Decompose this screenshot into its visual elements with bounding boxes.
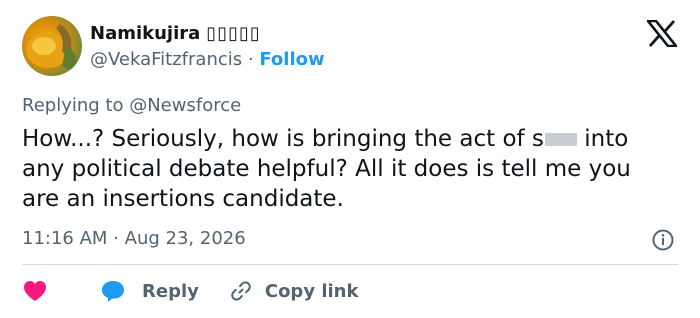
reply-button[interactable]: Reply bbox=[100, 279, 199, 303]
name-emoji-glyphs: ▯▯▯▯▯ bbox=[206, 23, 261, 44]
dot-separator: · bbox=[247, 49, 254, 70]
author-name[interactable]: Namikujira ▯▯▯▯▯ bbox=[90, 22, 261, 46]
speech-bubble-icon bbox=[102, 281, 124, 302]
tweet-date[interactable]: Aug 23, 2026 bbox=[125, 228, 246, 249]
author-handle[interactable]: @VekaFitzfrancis bbox=[90, 49, 242, 70]
replying-prefix: Replying to bbox=[22, 95, 124, 116]
tweet-text: How...? Seriously, how is bringing the a… bbox=[22, 124, 672, 214]
link-icon bbox=[231, 281, 251, 301]
avatar[interactable] bbox=[22, 16, 82, 76]
tweet-text-before: How...? Seriously, how is bringing the a… bbox=[22, 126, 544, 152]
follow-button[interactable]: Follow bbox=[259, 49, 324, 70]
time-separator: · bbox=[113, 228, 119, 249]
reply-label[interactable]: Reply bbox=[142, 281, 199, 302]
tweet-timestamp[interactable]: 11:16 AM · Aug 23, 2026 bbox=[22, 227, 246, 251]
divider bbox=[22, 264, 678, 265]
copy-link-label[interactable]: Copy link bbox=[265, 281, 359, 302]
heart-icon bbox=[24, 281, 46, 301]
x-logo-icon[interactable] bbox=[647, 20, 677, 47]
tweet-time[interactable]: 11:16 AM bbox=[22, 228, 107, 249]
copy-link-button[interactable]: Copy link bbox=[229, 279, 359, 303]
author-handle-row: @VekaFitzfrancis · Follow bbox=[90, 48, 325, 72]
replying-mention[interactable]: @Newsforce bbox=[129, 95, 241, 116]
replying-to: Replying to @Newsforce bbox=[22, 94, 241, 118]
like-button[interactable] bbox=[22, 279, 48, 303]
action-bar: Reply Copy link bbox=[22, 277, 358, 305]
info-icon[interactable] bbox=[652, 229, 674, 251]
avatar-image bbox=[26, 24, 77, 72]
redaction-block bbox=[544, 133, 577, 146]
display-name[interactable]: Namikujira bbox=[90, 23, 200, 44]
